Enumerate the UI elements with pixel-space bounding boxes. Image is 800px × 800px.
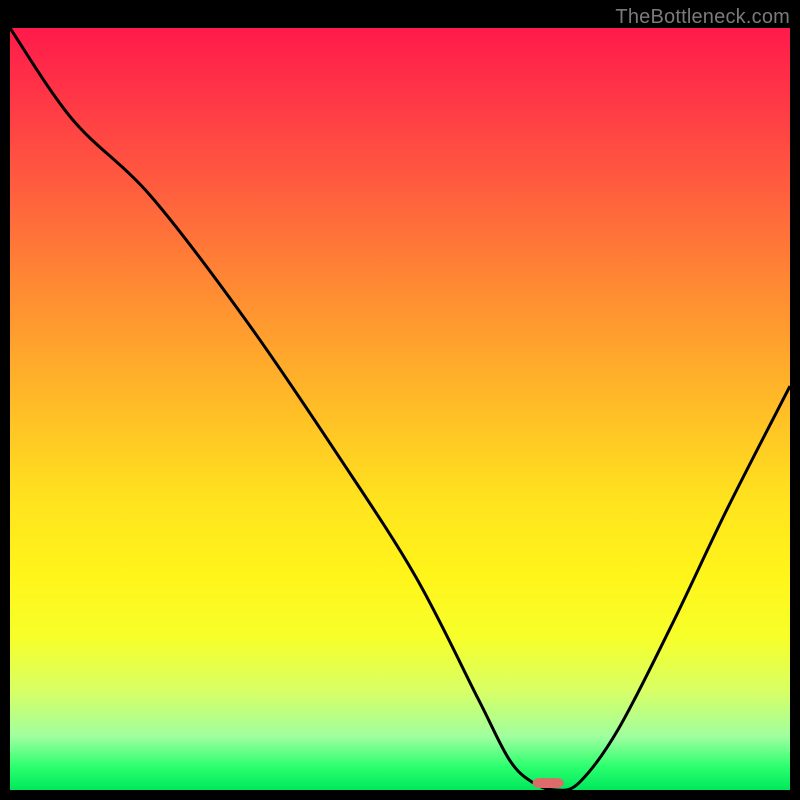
bottleneck-curve: [10, 28, 790, 790]
watermark-label: TheBottleneck.com: [615, 6, 790, 29]
chart-frame: TheBottleneck.com: [10, 10, 790, 790]
valley-marker: [533, 778, 564, 788]
curve-path: [10, 28, 790, 790]
plot-area: [10, 28, 790, 790]
